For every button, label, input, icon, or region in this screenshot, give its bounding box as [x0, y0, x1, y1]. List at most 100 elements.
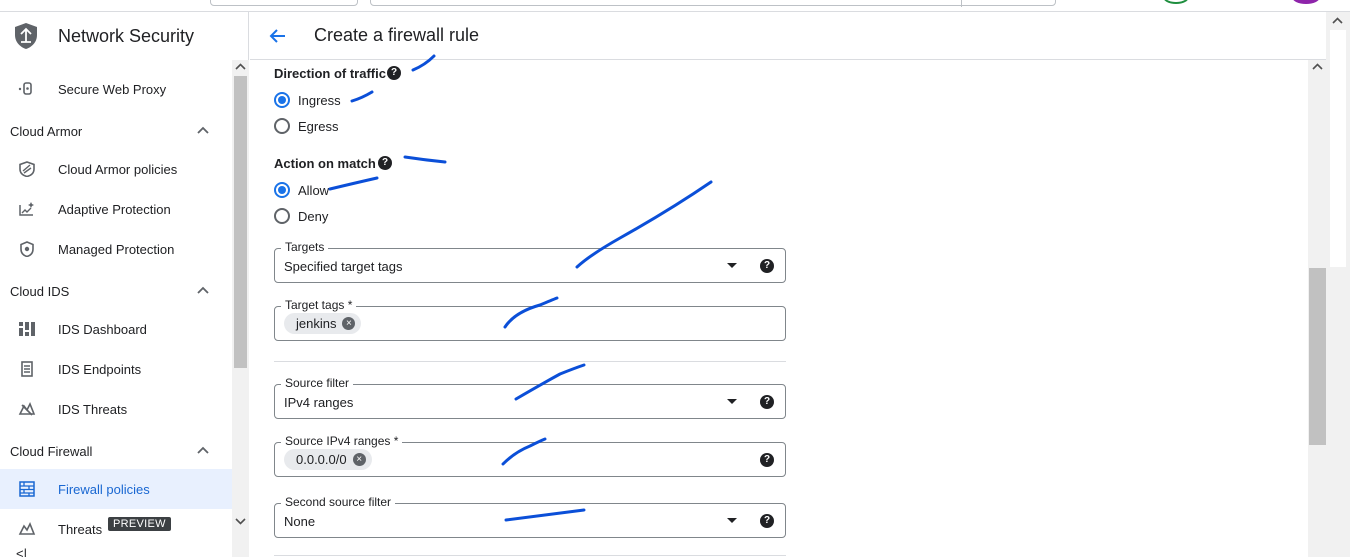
browser-top-strip — [0, 0, 1350, 12]
app-title: Network Security — [58, 26, 195, 46]
second-source-filter-select[interactable]: Second source filter None ? — [274, 495, 786, 538]
source-ipv4-ranges-input[interactable]: Source IPv4 ranges * 0.0.0.0/0 × ? — [274, 434, 786, 477]
sidebar-item-label: Firewall policies — [58, 482, 150, 497]
sidebar-item-cloud-armor-policies[interactable]: Cloud Armor policies — [0, 149, 232, 189]
sidebar-item-ids-dashboard[interactable]: IDS Dashboard — [0, 309, 232, 349]
radio-label: Deny — [298, 208, 329, 224]
field-label: Target tags * — [281, 298, 357, 312]
network-security-logo-icon — [15, 23, 37, 49]
form-content: Direction of traffic ? Ingress Egress Ac… — [250, 60, 1326, 557]
chevron-up-icon — [197, 126, 209, 134]
app-root: Network Security Secure Web Proxy Cloud … — [0, 0, 1350, 557]
endpoints-icon — [21, 361, 33, 377]
chart-sparkle-icon — [19, 202, 34, 216]
chip-label: 0.0.0.0/0 — [296, 452, 347, 467]
sidebar-scrollbar[interactable] — [232, 60, 249, 557]
sidebar-scrollbar-thumb[interactable] — [234, 76, 247, 368]
page-scrollbar-thumb[interactable] — [1330, 30, 1346, 267]
back-arrow-icon[interactable] — [268, 26, 288, 46]
shield-icon — [19, 161, 35, 177]
action-help-icon[interactable]: ? — [378, 156, 392, 170]
field-value: IPv4 ranges — [284, 395, 354, 410]
page-title: Create a firewall rule — [314, 25, 480, 45]
field-label: Source IPv4 ranges * — [281, 434, 403, 448]
proxy-icon — [18, 82, 32, 95]
scroll-up-arrow-icon[interactable] — [235, 62, 246, 72]
radio-label: Ingress — [298, 92, 341, 108]
collapse-sidebar-button[interactable]: <| — [16, 546, 27, 557]
main-panel: Create a firewall rule Direction of traf… — [250, 12, 1326, 557]
search-bar[interactable] — [370, 0, 1056, 7]
sidebar-item-firewall-policies[interactable]: Firewall policies — [0, 469, 232, 509]
targets-select[interactable]: Targets Specified target tags ? — [274, 240, 786, 283]
direction-label: Direction of traffic — [274, 66, 386, 81]
sidebar-item-label: Adaptive Protection — [58, 202, 171, 217]
dropdown-arrow-icon[interactable] — [727, 399, 737, 404]
scroll-up-arrow-icon[interactable] — [1332, 16, 1343, 26]
field-value: None — [284, 514, 316, 529]
radio-deny[interactable]: Deny — [274, 208, 328, 224]
dropdown-arrow-icon[interactable] — [727, 263, 737, 268]
range-chip[interactable]: 0.0.0.0/0 × — [284, 449, 372, 470]
field-value: Specified target tags — [284, 259, 403, 274]
page-scrollbar[interactable] — [1326, 12, 1350, 557]
sidebar-section-cloud-armor[interactable]: Cloud Armor — [0, 111, 232, 151]
main-scrollbar[interactable] — [1308, 60, 1326, 557]
sidebar-header: Network Security — [0, 12, 249, 60]
source-ranges-help-icon[interactable]: ? — [760, 453, 774, 467]
field-label: Source filter — [281, 376, 354, 390]
targets-help-icon[interactable]: ? — [760, 259, 774, 273]
tag-chip[interactable]: jenkins × — [284, 313, 362, 334]
field-label: Second source filter — [281, 495, 396, 509]
sidebar-item-label: Secure Web Proxy — [58, 82, 167, 97]
chevron-up-icon — [197, 286, 209, 294]
section-label: Cloud Firewall — [10, 444, 93, 459]
second-source-filter-help-icon[interactable]: ? — [760, 514, 774, 528]
scroll-down-arrow-icon[interactable] — [235, 516, 246, 526]
dropdown-arrow-icon[interactable] — [727, 518, 737, 523]
threats-icon — [18, 402, 36, 416]
sidebar-nav: Secure Web Proxy Cloud Armor Cloud Armor… — [0, 60, 249, 557]
sidebar-item-label: Managed Protection — [58, 242, 175, 257]
sidebar-item-label: Threats — [58, 522, 103, 537]
source-filter-help-icon[interactable]: ? — [760, 395, 774, 409]
sidebar-item-label: IDS Endpoints — [58, 362, 142, 377]
remove-chip-icon[interactable]: × — [342, 317, 356, 330]
page-header: Create a firewall rule — [250, 12, 1326, 60]
sidebar-item-threats[interactable]: Threats PREVIEW — [0, 509, 232, 537]
sidebar-section-cloud-firewall[interactable]: Cloud Firewall — [0, 431, 232, 471]
sidebar-item-ids-threats[interactable]: IDS Threats — [0, 389, 232, 429]
sidebar-item-label: IDS Threats — [58, 402, 128, 417]
sidebar-item-label: IDS Dashboard — [58, 322, 147, 337]
source-filter-select[interactable]: Source filter IPv4 ranges ? — [274, 376, 786, 419]
sidebar-item-managed-protection[interactable]: Managed Protection — [0, 229, 232, 269]
field-label: Targets — [281, 240, 329, 254]
radio-label: Egress — [298, 118, 339, 134]
section-label: Cloud Armor — [10, 124, 83, 139]
action-label: Action on match — [274, 156, 376, 171]
radio-label: Allow — [298, 182, 330, 198]
avatar[interactable] — [1292, 0, 1320, 4]
radio-allow[interactable]: Allow — [274, 182, 329, 198]
scroll-up-arrow-icon[interactable] — [1312, 62, 1323, 72]
threats-icon — [18, 522, 36, 535]
status-icon[interactable] — [1163, 0, 1189, 4]
project-picker[interactable] — [210, 0, 358, 6]
target-tags-input[interactable]: Target tags * jenkins × — [274, 298, 786, 341]
direction-help-icon[interactable]: ? — [387, 66, 401, 80]
firewall-icon — [19, 481, 35, 497]
remove-chip-icon[interactable]: × — [352, 453, 366, 466]
radio-ingress[interactable]: Ingress — [274, 92, 341, 108]
sidebar-item-secure-web-proxy[interactable]: Secure Web Proxy — [0, 69, 232, 109]
sidebar-item-ids-endpoints[interactable]: IDS Endpoints — [0, 349, 232, 389]
shield-badge-icon — [20, 241, 34, 257]
dashboard-icon — [19, 322, 35, 336]
chevron-up-icon — [197, 446, 209, 454]
sidebar-item-adaptive-protection[interactable]: Adaptive Protection — [0, 189, 232, 229]
preview-badge: PREVIEW — [108, 517, 171, 531]
sidebar-item-label: Cloud Armor policies — [58, 162, 178, 177]
main-scrollbar-thumb[interactable] — [1309, 268, 1326, 445]
sidebar-section-cloud-ids[interactable]: Cloud IDS — [0, 271, 232, 311]
radio-egress[interactable]: Egress — [274, 118, 338, 134]
divider — [274, 361, 786, 362]
